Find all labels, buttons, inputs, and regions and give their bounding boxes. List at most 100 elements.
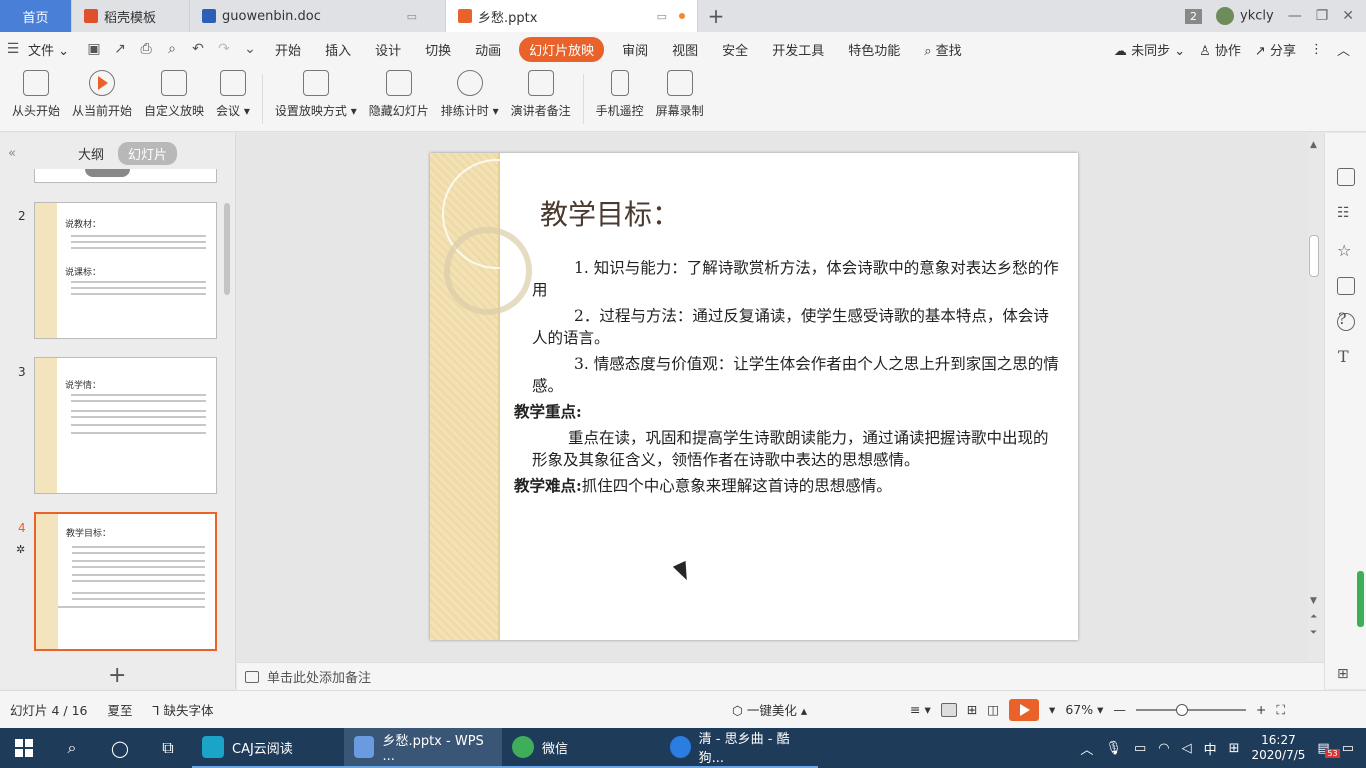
copy-icon[interactable]	[1337, 277, 1355, 295]
menu-slideshow[interactable]: 幻灯片放映	[519, 36, 605, 62]
more-options-icon[interactable]: ⋮	[1310, 42, 1323, 57]
reading-view-icon[interactable]: ◫	[987, 702, 999, 717]
notes-bar[interactable]: 单击此处添加备注	[237, 662, 1324, 690]
fit-window-icon[interactable]: ⛶	[1276, 702, 1285, 718]
screen-record-button[interactable]: 屏幕录制	[650, 70, 710, 119]
share-button[interactable]: ↗ 分享	[1255, 40, 1296, 59]
search-icon[interactable]: ⌕	[48, 728, 96, 768]
menu-insert[interactable]: 插入	[313, 40, 363, 59]
taskbar-app-wps[interactable]: 乡愁.pptx - WPS ...	[344, 728, 502, 768]
save-icon[interactable]: ▣	[81, 41, 107, 57]
tab-doc[interactable]: guowenbin.doc ▭	[190, 0, 446, 32]
ime-indicator[interactable]: 中	[1204, 739, 1217, 758]
redo-icon[interactable]: ↷	[211, 41, 237, 57]
scroll-up-icon[interactable]: ▲	[1310, 140, 1317, 150]
tab-template[interactable]: 稻壳模板	[72, 0, 190, 32]
taskbar-app-kugou[interactable]: 清 - 思乡曲 - 酷狗...	[660, 728, 818, 768]
battery-icon[interactable]: ▭	[1134, 741, 1146, 756]
star-icon[interactable]: ☆	[1337, 241, 1355, 260]
text-tool-icon[interactable]: T	[1338, 347, 1349, 366]
menu-special[interactable]: 特色功能	[836, 40, 912, 59]
settings-sliders-icon[interactable]: ☷	[1337, 205, 1355, 223]
start-button[interactable]	[0, 728, 48, 768]
minimize-icon[interactable]: —	[1288, 8, 1302, 24]
zoom-out-icon[interactable]: —	[1113, 702, 1126, 717]
close-icon[interactable]: ✕	[1342, 8, 1354, 24]
slide-thumb-1[interactable]	[34, 169, 217, 183]
taskbar-app-caj[interactable]: CAJ云阅读	[192, 728, 344, 768]
play-dropdown-icon[interactable]: ▾	[1049, 702, 1055, 717]
keyboard-icon[interactable]: ⊞	[1229, 741, 1240, 756]
normal-view-icon[interactable]	[940, 702, 957, 717]
window-mini-icon[interactable]: ▭	[657, 10, 667, 23]
zoom-slider[interactable]	[1135, 703, 1246, 716]
cortana-icon[interactable]: ◯	[96, 728, 144, 768]
zoom-percent[interactable]: 67% ▾	[1065, 702, 1103, 717]
volume-icon[interactable]: ◁	[1182, 741, 1192, 756]
from-start-button[interactable]: 从头开始	[6, 70, 66, 119]
missing-font-button[interactable]: Ꞁ 缺失字体	[143, 700, 224, 719]
export-icon[interactable]: ↗	[107, 41, 133, 57]
tab-ppt[interactable]: 乡愁.pptx ▭	[446, 0, 698, 32]
menu-security[interactable]: 安全	[710, 40, 760, 59]
collapse-ribbon-icon[interactable]: ︿	[1337, 40, 1350, 59]
show-hidden-icons[interactable]: ︿	[1080, 739, 1093, 758]
prev-slide-icon[interactable]: ⏶	[1310, 612, 1317, 622]
zoom-slider-knob[interactable]	[1175, 703, 1188, 716]
sync-status[interactable]: ☁ 未同步 ⌄	[1114, 40, 1185, 59]
notification-icon[interactable]: ▤ 53	[1317, 741, 1340, 758]
hide-slide-button[interactable]: 隐藏幻灯片	[363, 70, 435, 119]
slide-title[interactable]: 教学目标：	[540, 193, 680, 233]
window-count-badge[interactable]: 2	[1185, 8, 1203, 24]
setup-show-button[interactable]: 设置放映方式 ▾	[269, 70, 363, 119]
menu-review[interactable]: 审阅	[610, 40, 660, 59]
restore-icon[interactable]: ❐	[1316, 8, 1329, 24]
tab-home[interactable]: 首页	[0, 0, 72, 32]
sidebar-pane-icon[interactable]	[1337, 168, 1355, 186]
next-slide-icon[interactable]: ⏷	[1310, 628, 1317, 638]
menu-animation[interactable]: 动画	[463, 40, 513, 59]
collab-button[interactable]: ♙ 协作	[1199, 40, 1241, 59]
scroll-down-icon[interactable]: ▼	[1310, 596, 1317, 606]
play-slideshow-button[interactable]	[1009, 698, 1040, 721]
slide-thumb-2[interactable]: 说教材： 说课标：	[34, 202, 217, 339]
menu-devtools[interactable]: 开发工具	[760, 40, 836, 59]
meeting-button[interactable]: 会议 ▾	[210, 70, 256, 119]
taskbar-app-wechat[interactable]: 微信	[502, 728, 660, 768]
tab-outline[interactable]: 大纲	[68, 142, 114, 165]
undo-icon[interactable]: ↶	[185, 41, 211, 57]
window-mini-icon[interactable]: ▭	[407, 10, 417, 23]
current-slide[interactable]: 教学目标： 1. 知识与能力：了解诗歌赏析方法，体会诗歌中的意象对表达乡愁的作用…	[430, 153, 1078, 640]
task-view-icon[interactable]: ⧉	[144, 728, 192, 768]
presenter-notes-button[interactable]: 演讲者备注	[505, 70, 577, 119]
menu-transition[interactable]: 切换	[413, 40, 463, 59]
menu-file[interactable]: 文件 ⌄	[26, 40, 81, 59]
wifi-icon[interactable]: ◠	[1158, 741, 1169, 756]
action-center-icon[interactable]: ▭	[1342, 741, 1354, 756]
slide-thumb-3[interactable]: 说学情：	[34, 357, 217, 494]
menu-view[interactable]: 视图	[660, 40, 710, 59]
menu-design[interactable]: 设计	[363, 40, 413, 59]
notes-toggle-icon[interactable]: ≡ ▾	[910, 702, 931, 717]
clock[interactable]: 16:27 2020/7/5	[1252, 733, 1306, 763]
slide-body[interactable]: 1. 知识与能力：了解诗歌赏析方法，体会诗歌中的意象对表达乡愁的作用 2．过程与…	[514, 257, 1059, 501]
beautify-button[interactable]: ⬡ 一键美化 ▴	[732, 700, 807, 719]
preview-icon[interactable]: ⌕	[159, 41, 185, 57]
collapse-panel-icon[interactable]: «	[8, 146, 16, 161]
new-tab-button[interactable]: +	[698, 0, 734, 32]
menu-start[interactable]: 开始	[263, 40, 313, 59]
zoom-in-icon[interactable]: +	[1256, 702, 1266, 717]
add-slide-button[interactable]: +	[108, 663, 126, 688]
menu-search[interactable]: ⌕ 查找	[912, 40, 973, 59]
hamburger-icon[interactable]: ☰	[0, 41, 26, 57]
grid-view-icon[interactable]: ⊞	[1337, 666, 1355, 684]
theme-name[interactable]: 夏至	[98, 700, 143, 719]
thumb-scrollbar[interactable]	[224, 203, 230, 295]
more-dropdown-icon[interactable]: ⌄	[237, 41, 263, 57]
side-scroll-indicator[interactable]	[1357, 571, 1364, 627]
rehearse-timing-button[interactable]: 排练计时 ▾	[435, 70, 505, 119]
phone-remote-button[interactable]: 手机遥控	[590, 70, 650, 119]
sorter-view-icon[interactable]: ⊞	[967, 702, 977, 717]
tab-slides[interactable]: 幻灯片	[117, 141, 177, 165]
canvas-scrollbar[interactable]	[1309, 235, 1319, 277]
